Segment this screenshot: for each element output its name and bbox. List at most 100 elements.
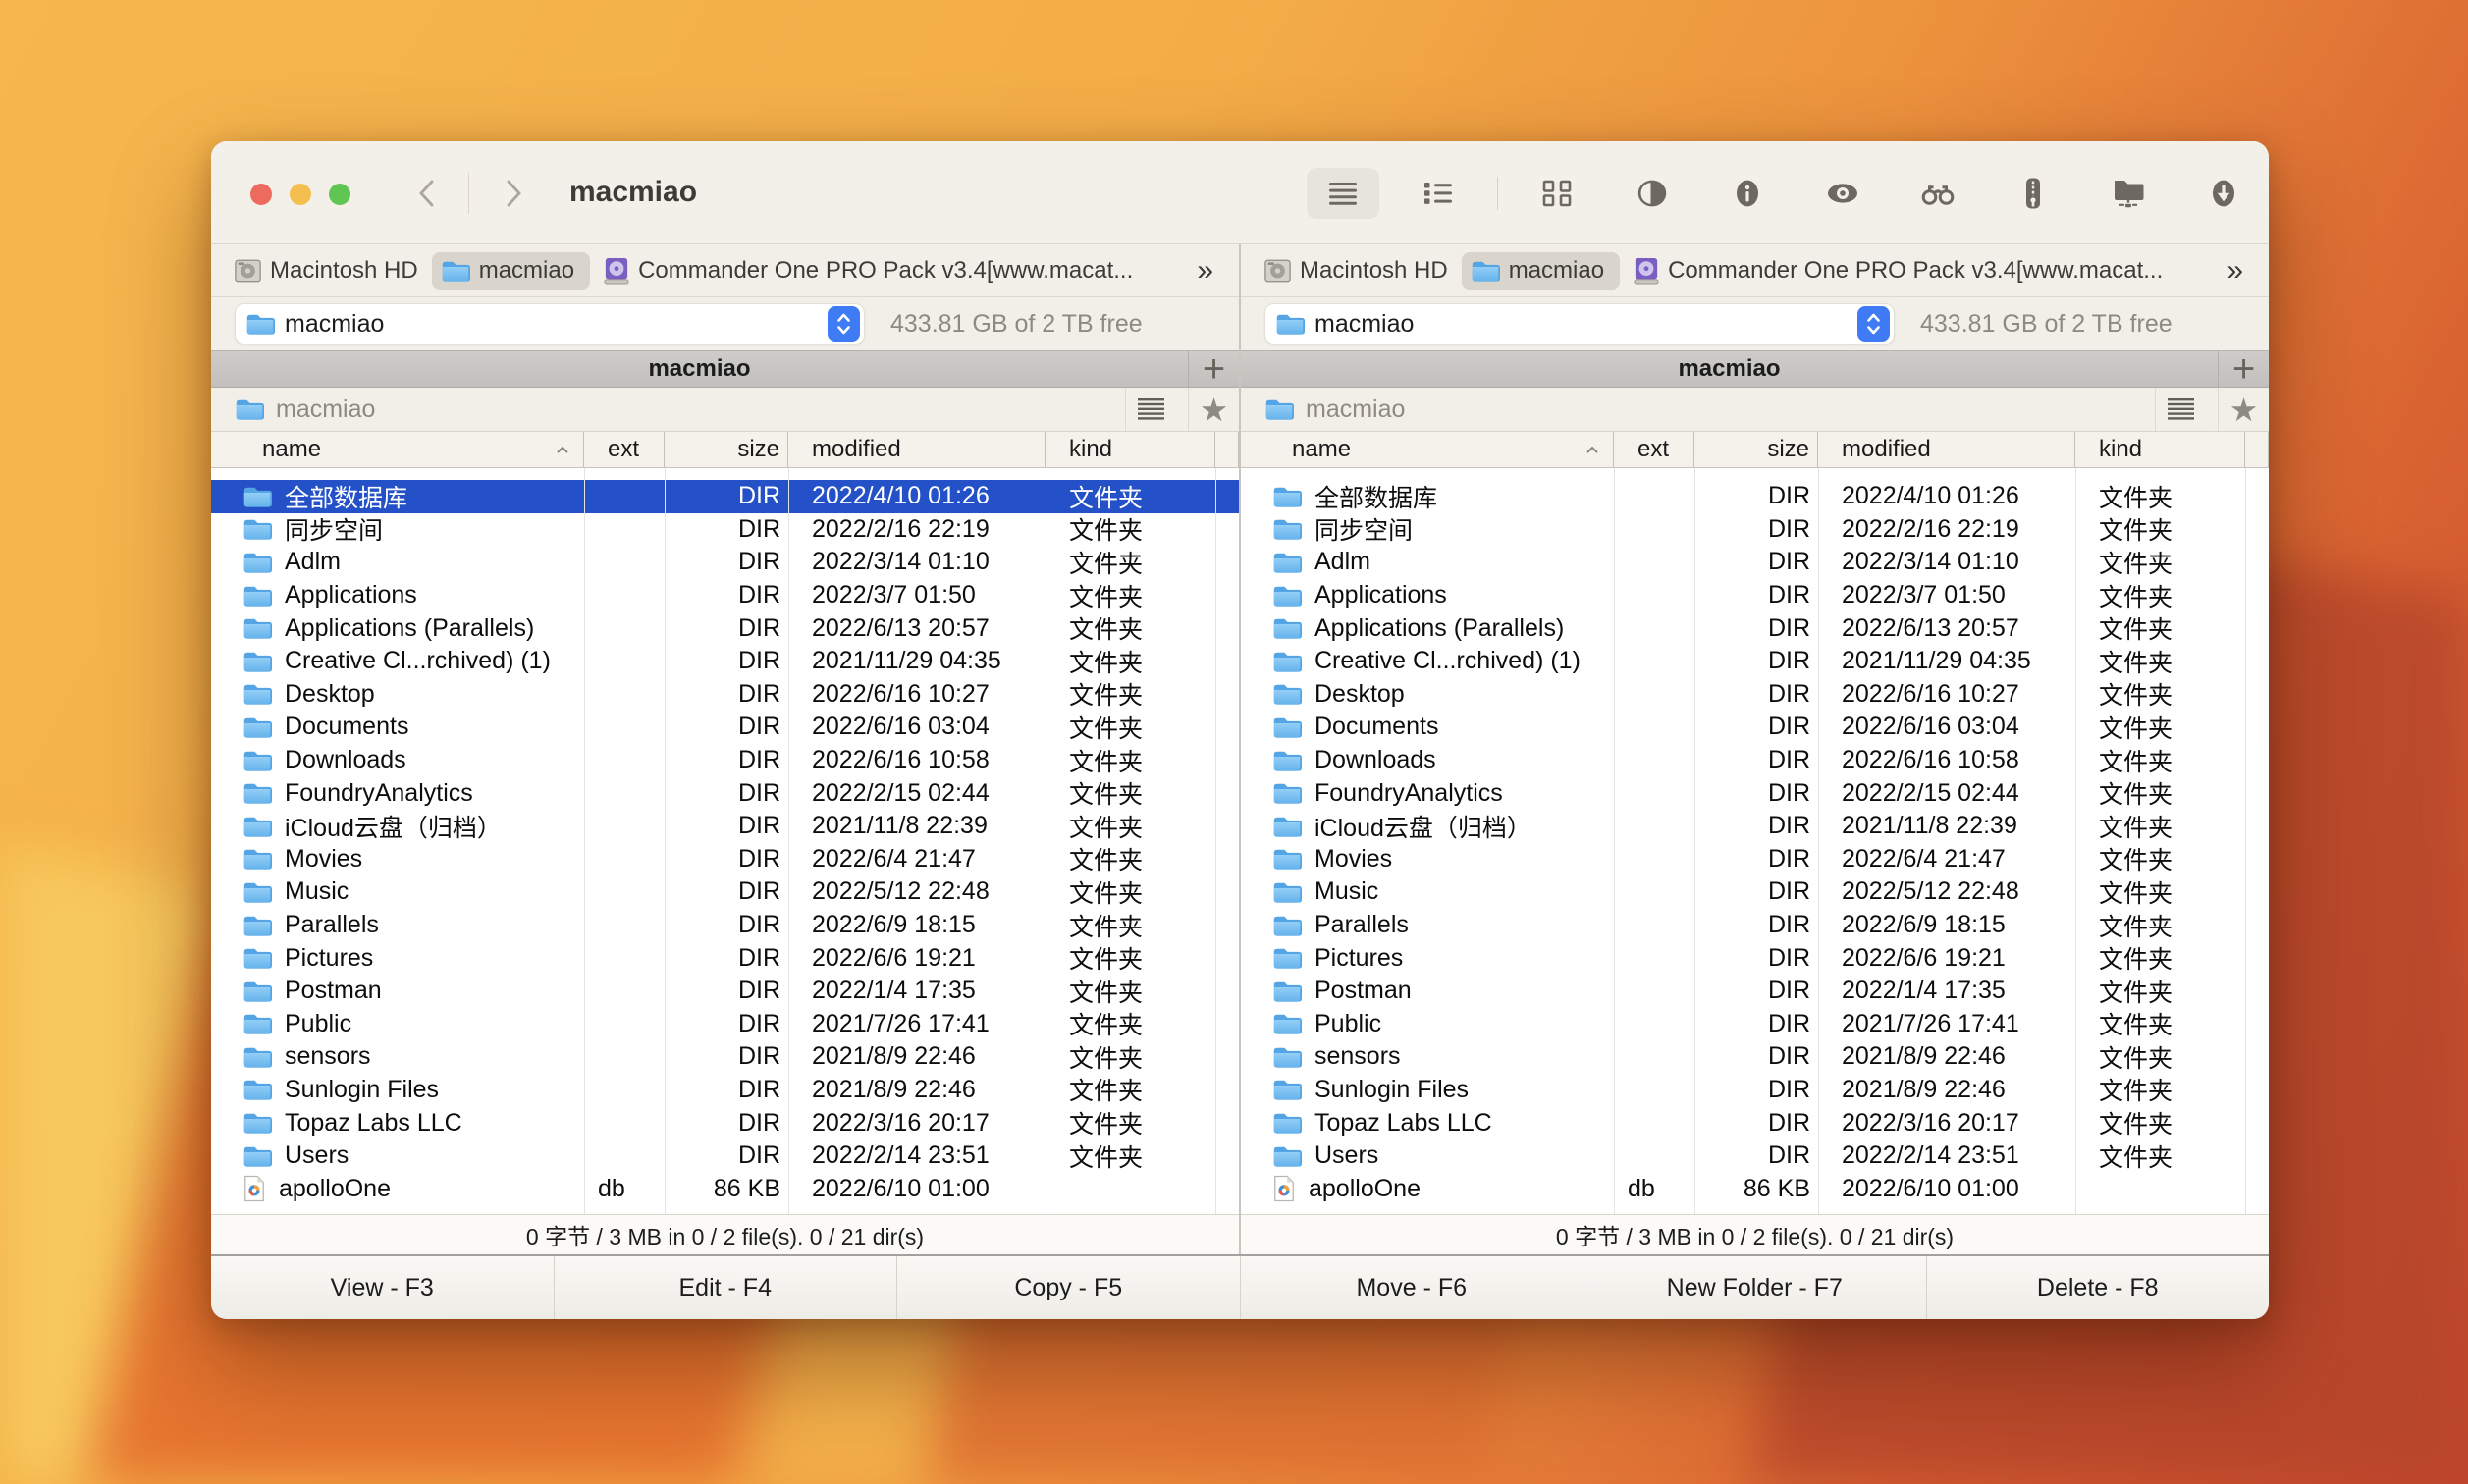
cell-mod: 2021/11/8 22:39 (1842, 812, 2017, 840)
column-header-size[interactable]: size (665, 432, 788, 467)
file-row[interactable]: 全部数据库 DIR 2022/4/10 01:26 文件夹 (211, 480, 1239, 513)
column-header-ext[interactable]: ext (584, 432, 665, 467)
column-header-name[interactable]: name (211, 432, 584, 467)
file-row[interactable]: Parallels DIR 2022/6/9 18:15 文件夹 (211, 909, 1239, 942)
tab-macmiao[interactable]: macmiao (1241, 351, 2218, 387)
breadcrumb-item[interactable]: macmiao (1461, 251, 1621, 290)
breadcrumb-overflow-button[interactable]: » (1197, 254, 1213, 288)
file-row[interactable]: Adlm DIR 2022/3/14 01:10 文件夹 (211, 546, 1239, 579)
file-row[interactable]: Creative Cl...rchived) (1) DIR 2021/11/29 … (211, 645, 1239, 678)
breadcrumb-overflow-button[interactable]: » (2227, 254, 2243, 288)
view-options-button[interactable] (2155, 388, 2206, 431)
tab-macmiao[interactable]: macmiao (211, 351, 1188, 387)
file-row[interactable]: Music DIR 2022/5/12 22:48 文件夹 (211, 875, 1239, 909)
titlebar[interactable]: macmiao (211, 141, 2269, 244)
file-row[interactable]: Sunlogin Files DIR 2021/8/9 22:46 文件夹 (1241, 1074, 2269, 1107)
file-row[interactable]: Public DIR 2021/7/26 17:41 文件夹 (1241, 1008, 2269, 1041)
cell-ext (1614, 776, 1694, 810)
breadcrumb-item[interactable]: Macintosh HD (1264, 257, 1448, 285)
add-tab-button[interactable]: + (1188, 347, 1239, 391)
network-folder-button[interactable] (2092, 168, 2165, 219)
grid-view-button[interactable] (1521, 168, 1593, 219)
copy-f5-button[interactable]: Copy - F5 (897, 1256, 1241, 1319)
column-header-size[interactable]: size (1694, 432, 1818, 467)
file-row[interactable]: Postman DIR 2022/1/4 17:35 文件夹 (1241, 975, 2269, 1008)
file-row[interactable]: Desktop DIR 2022/6/16 10:27 文件夹 (1241, 678, 2269, 712)
file-row[interactable]: Applications DIR 2022/3/7 01:50 文件夹 (211, 579, 1239, 612)
file-row[interactable]: Public DIR 2021/7/26 17:41 文件夹 (211, 1008, 1239, 1041)
file-row[interactable]: Postman DIR 2022/1/4 17:35 文件夹 (211, 975, 1239, 1008)
file-row[interactable]: Adlm DIR 2022/3/14 01:10 文件夹 (1241, 546, 2269, 579)
hard-drive-icon (1264, 259, 1291, 283)
file-row[interactable]: Parallels DIR 2022/6/9 18:15 文件夹 (1241, 909, 2269, 942)
file-row[interactable]: Sunlogin Files DIR 2021/8/9 22:46 文件夹 (211, 1074, 1239, 1107)
edit-f4-button[interactable]: Edit - F4 (555, 1256, 897, 1319)
file-row[interactable]: Applications DIR 2022/3/7 01:50 文件夹 (1241, 579, 2269, 612)
column-header-kind[interactable]: kind (2075, 432, 2245, 467)
search-binoculars-button[interactable] (1902, 168, 1974, 219)
file-row[interactable]: Pictures DIR 2022/6/6 19:21 文件夹 (211, 941, 1239, 975)
file-row[interactable]: sensors DIR 2021/8/9 22:46 文件夹 (1241, 1040, 2269, 1074)
list-view-button[interactable] (1307, 168, 1379, 219)
file-row[interactable]: Desktop DIR 2022/6/16 10:27 文件夹 (211, 678, 1239, 712)
file-row[interactable]: Applications (Parallels) DIR 2022/6/13 20:… (1241, 611, 2269, 645)
file-row[interactable]: Music DIR 2022/5/12 22:48 文件夹 (1241, 875, 2269, 909)
breadcrumb-item[interactable]: Commander One PRO Pack v3.4[www.macat... (604, 257, 1133, 285)
view-options-button[interactable] (1125, 388, 1176, 431)
file-row[interactable]: Downloads DIR 2022/6/16 10:58 文件夹 (1241, 744, 2269, 777)
theme-toggle-button[interactable] (1616, 168, 1689, 219)
column-header-ext[interactable]: ext (1614, 432, 1694, 467)
file-row[interactable]: Applications (Parallels) DIR 2022/6/13 20:… (211, 611, 1239, 645)
column-view-button[interactable] (1402, 168, 1475, 219)
favorites-button[interactable]: ★ (1188, 388, 1239, 431)
close-button[interactable] (250, 184, 272, 205)
file-row[interactable]: Movies DIR 2022/6/4 21:47 文件夹 (211, 843, 1239, 876)
info-button[interactable] (1711, 168, 1784, 219)
drive-select[interactable]: macmiao (1264, 303, 1895, 344)
file-row[interactable]: 全部数据库 DIR 2022/4/10 01:26 文件夹 (1241, 480, 2269, 513)
file-row[interactable]: FoundryAnalytics DIR 2022/2/15 02:44 文件夹 (211, 776, 1239, 810)
file-row[interactable]: Users DIR 2022/2/14 23:51 文件夹 (211, 1140, 1239, 1173)
drive-select[interactable]: macmiao (235, 303, 865, 344)
drive-select-stepper[interactable] (828, 306, 860, 342)
file-row[interactable]: Documents DIR 2022/6/16 03:04 文件夹 (211, 711, 1239, 744)
file-row[interactable]: Movies DIR 2022/6/4 21:47 文件夹 (1241, 843, 2269, 876)
column-header-kind[interactable]: kind (1046, 432, 1215, 467)
file-row[interactable]: Topaz Labs LLC DIR 2022/3/16 20:17 文件夹 (211, 1106, 1239, 1140)
file-row[interactable]: iCloud云盘（归档） DIR 2021/11/8 22:39 文件夹 (211, 810, 1239, 843)
file-row[interactable]: Downloads DIR 2022/6/16 10:58 文件夹 (211, 744, 1239, 777)
move-f6-button[interactable]: Move - F6 (1241, 1256, 1583, 1319)
file-row[interactable]: 同步空间 DIR 2022/2/16 22:19 文件夹 (211, 513, 1239, 547)
drive-select-stepper[interactable] (1857, 306, 1890, 342)
column-header-modified[interactable]: modified (1818, 432, 2075, 467)
back-icon[interactable] (407, 171, 447, 216)
file-row[interactable]: FoundryAnalytics DIR 2022/2/15 02:44 文件夹 (1241, 776, 2269, 810)
quick-look-button[interactable] (1806, 168, 1879, 219)
column-header-name[interactable]: name (1241, 432, 1614, 467)
file-row[interactable]: Pictures DIR 2022/6/6 19:21 文件夹 (1241, 941, 2269, 975)
tab-bar: macmiao + (1241, 347, 2269, 391)
file-row[interactable]: iCloud云盘（归档） DIR 2021/11/8 22:39 文件夹 (1241, 810, 2269, 843)
add-tab-button[interactable]: + (2218, 347, 2269, 391)
forward-icon[interactable] (494, 171, 533, 216)
column-header-modified[interactable]: modified (788, 432, 1046, 467)
breadcrumb-item[interactable]: Macintosh HD (235, 257, 418, 285)
download-button[interactable] (2187, 168, 2260, 219)
file-row[interactable]: apolloOne db 86 KB 2022/6/10 01:00 (211, 1172, 1239, 1205)
breadcrumb-item[interactable]: Commander One PRO Pack v3.4[www.macat... (1634, 257, 2163, 285)
favorites-button[interactable]: ★ (2218, 388, 2269, 431)
file-row[interactable]: Creative Cl...rchived) (1) DIR 2021/11/29 … (1241, 645, 2269, 678)
file-row[interactable]: apolloOne db 86 KB 2022/6/10 01:00 (1241, 1172, 2269, 1205)
breadcrumb-item[interactable]: macmiao (431, 251, 591, 290)
file-row[interactable]: 同步空间 DIR 2022/2/16 22:19 文件夹 (1241, 513, 2269, 547)
zoom-button[interactable] (329, 184, 350, 205)
archive-zipper-button[interactable] (1997, 168, 2069, 219)
new-folder-f7-button[interactable]: New Folder - F7 (1583, 1256, 1927, 1319)
file-row[interactable]: Users DIR 2022/2/14 23:51 文件夹 (1241, 1140, 2269, 1173)
view-f3-button[interactable]: View - F3 (211, 1256, 555, 1319)
file-row[interactable]: Topaz Labs LLC DIR 2022/3/16 20:17 文件夹 (1241, 1106, 2269, 1140)
file-row[interactable]: sensors DIR 2021/8/9 22:46 文件夹 (211, 1040, 1239, 1074)
minimize-button[interactable] (290, 184, 311, 205)
file-row[interactable]: Documents DIR 2022/6/16 03:04 文件夹 (1241, 711, 2269, 744)
delete-f8-button[interactable]: Delete - F8 (1927, 1256, 2270, 1319)
